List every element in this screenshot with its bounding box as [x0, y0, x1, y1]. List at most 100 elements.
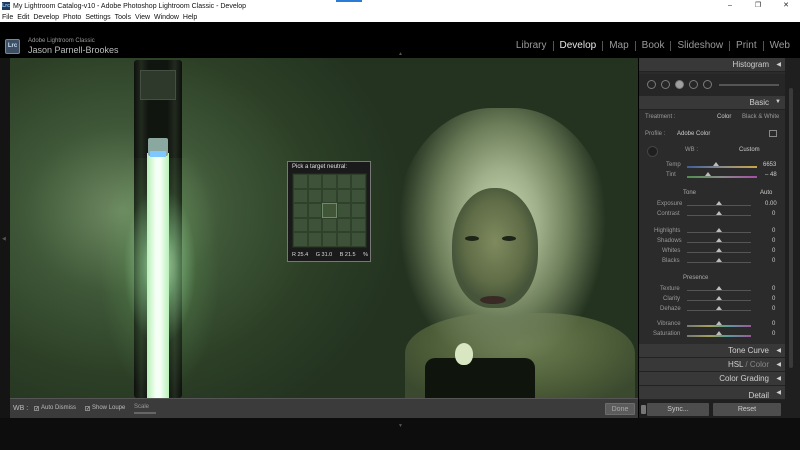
loupe-cell [307, 217, 323, 233]
temp-slider[interactable] [687, 166, 757, 168]
module-print[interactable]: Print [736, 40, 757, 51]
left-panel-collapsed[interactable] [0, 58, 10, 450]
saturation-value[interactable]: 0 [772, 331, 775, 337]
shadows-slider[interactable] [687, 242, 751, 243]
tint-slider[interactable] [687, 176, 757, 178]
header-toggle-icon[interactable]: ▲ [398, 51, 403, 57]
dehaze-slider[interactable] [687, 310, 751, 311]
left-panel-toggle-icon[interactable]: ◀ [2, 236, 6, 242]
menu-edit[interactable]: Edit [17, 14, 29, 21]
clarity-value[interactable]: 0 [772, 296, 775, 302]
treatment-color-option[interactable]: Color [717, 114, 731, 120]
module-develop[interactable]: Develop [560, 40, 597, 51]
dehaze-value[interactable]: 0 [772, 306, 775, 312]
tint-value[interactable]: – 48 [765, 172, 777, 178]
scale-label: Scale [134, 404, 150, 410]
blacks-slider-thumb[interactable] [716, 258, 722, 262]
scale-slider[interactable] [134, 412, 156, 414]
clarity-slider-thumb[interactable] [716, 296, 722, 300]
blacks-slider[interactable] [687, 262, 751, 263]
menu-develop[interactable]: Develop [33, 14, 59, 21]
menu-file[interactable]: File [2, 14, 13, 21]
saturation-slider[interactable] [687, 335, 751, 337]
menu-bar: File Edit Develop Photo Settings Tools V… [0, 12, 800, 22]
module-slideshow[interactable]: Slideshow [677, 40, 723, 51]
texture-slider-thumb[interactable] [716, 286, 722, 290]
detail-panel-header[interactable]: Detail ◀ [639, 386, 785, 400]
exposure-value[interactable]: 0.00 [765, 201, 777, 207]
hsl-label[interactable]: HSL [728, 360, 743, 369]
clarity-slider[interactable] [687, 300, 751, 301]
red-eye-icon[interactable] [675, 80, 684, 89]
texture-value[interactable]: 0 [772, 286, 775, 292]
crop-tool-icon[interactable] [647, 80, 656, 89]
tone-auto-button[interactable]: Auto [760, 190, 772, 196]
tint-label: Tint [666, 172, 676, 178]
module-separator [552, 40, 554, 51]
blacks-value[interactable]: 0 [772, 258, 775, 264]
tone-curve-panel-header[interactable]: Tone Curve ◀ [639, 344, 785, 358]
treatment-bw-option[interactable]: Black & White [742, 114, 779, 120]
menu-view[interactable]: View [135, 14, 150, 21]
tool-slider[interactable] [719, 84, 779, 86]
module-map[interactable]: Map [609, 40, 628, 51]
dehaze-slider-thumb[interactable] [716, 306, 722, 310]
menu-window[interactable]: Window [154, 14, 179, 21]
menu-tools[interactable]: Tools [115, 14, 131, 21]
minimize-button[interactable]: – [716, 0, 744, 12]
saturation-slider-thumb[interactable] [716, 331, 722, 335]
temp-slider-thumb[interactable] [713, 162, 719, 166]
module-book[interactable]: Book [642, 40, 665, 51]
masking-icon[interactable] [689, 80, 698, 89]
restore-button[interactable]: ❐ [744, 0, 772, 12]
vibrance-slider[interactable] [687, 325, 751, 327]
hsl-panel-header[interactable]: HSL / Color ◀ [639, 358, 785, 372]
menu-settings[interactable]: Settings [85, 14, 110, 21]
highlights-slider[interactable] [687, 232, 751, 233]
color-label[interactable]: Color [750, 360, 769, 369]
vibrance-slider-thumb[interactable] [716, 321, 722, 325]
highlights-value[interactable]: 0 [772, 228, 775, 234]
module-web[interactable]: Web [770, 40, 790, 51]
color-grading-panel-header[interactable]: Color Grading ◀ [639, 372, 785, 386]
reset-button[interactable]: Reset [713, 403, 781, 416]
filmstrip-toggle-icon[interactable]: ▼ [398, 423, 403, 429]
menu-photo[interactable]: Photo [63, 14, 81, 21]
profile-browser-icon[interactable] [769, 130, 777, 137]
auto-dismiss-checkbox[interactable]: ✓ Auto Dismiss [34, 405, 76, 411]
menu-help[interactable]: Help [183, 14, 197, 21]
right-panel-scrollbar[interactable] [785, 58, 800, 418]
basic-panel-header[interactable]: Basic ▼ [639, 96, 785, 110]
temp-value[interactable]: 6653 [763, 162, 776, 168]
close-button[interactable]: ✕ [772, 0, 800, 12]
subject-face [452, 188, 538, 308]
tint-slider-thumb[interactable] [705, 172, 711, 176]
spot-removal-icon[interactable] [661, 80, 670, 89]
scrollbar-thumb[interactable] [789, 88, 793, 368]
exposure-slider-thumb[interactable] [716, 201, 722, 205]
whites-value[interactable]: 0 [772, 248, 775, 254]
whites-slider-thumb[interactable] [716, 248, 722, 252]
contrast-slider[interactable] [687, 215, 751, 216]
module-library[interactable]: Library [516, 40, 547, 51]
sync-button[interactable]: Sync... [647, 403, 709, 416]
exposure-slider[interactable] [687, 205, 751, 206]
whites-slider[interactable] [687, 252, 751, 253]
highlights-slider-thumb[interactable] [716, 228, 722, 232]
profile-dropdown[interactable]: Adobe Color [677, 131, 710, 137]
wb-eyedropper-icon[interactable] [647, 146, 658, 157]
dehaze-label: Dehaze [660, 306, 681, 312]
histogram-panel-header[interactable]: Histogram ◀ [639, 58, 785, 72]
wb-preset-dropdown[interactable]: Custom [739, 147, 760, 153]
contrast-slider-thumb[interactable] [716, 211, 722, 215]
brush-icon[interactable] [703, 80, 712, 89]
texture-slider[interactable] [687, 290, 751, 291]
show-loupe-checkbox[interactable]: ✓ Show Loupe [85, 405, 125, 411]
contrast-value[interactable]: 0 [772, 211, 775, 217]
shadows-slider-thumb[interactable] [716, 238, 722, 242]
window-controls: – ❐ ✕ [716, 0, 800, 12]
auto-sync-toggle[interactable] [641, 405, 646, 414]
shadows-value[interactable]: 0 [772, 238, 775, 244]
done-button[interactable]: Done [605, 403, 635, 415]
vibrance-value[interactable]: 0 [772, 321, 775, 327]
